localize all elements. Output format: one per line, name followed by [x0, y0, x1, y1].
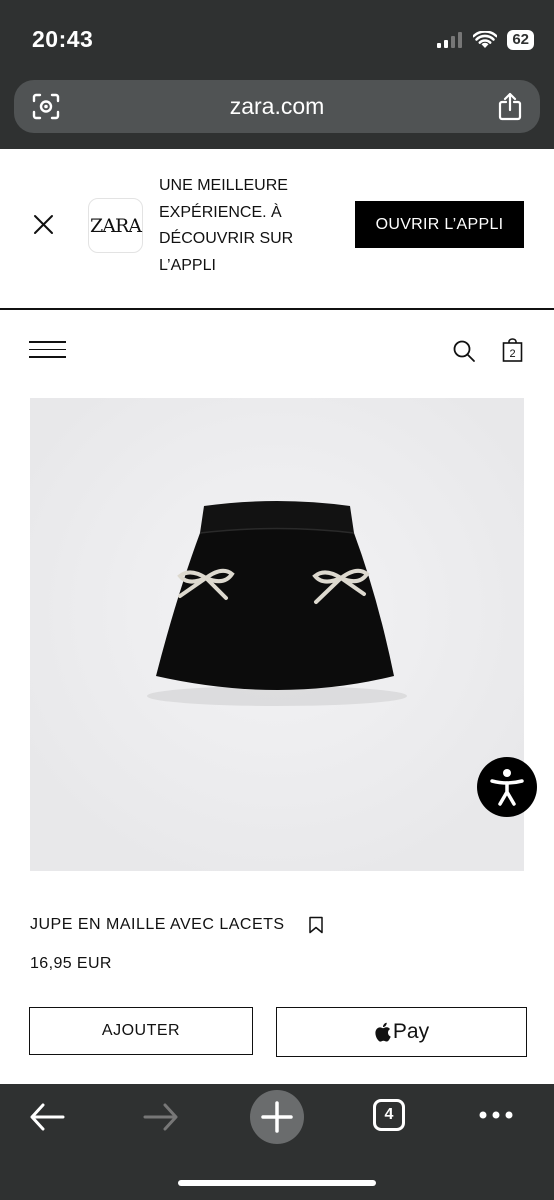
skirt-illustration — [30, 398, 524, 871]
product-image[interactable] — [30, 398, 524, 871]
cart-count: 2 — [509, 348, 515, 360]
product-title: JUPE EN MAILLE AVEC LACETS — [30, 916, 285, 933]
status-time: 20:43 — [32, 26, 94, 52]
cart-button[interactable]: 2 — [502, 338, 523, 367]
close-icon[interactable] — [30, 211, 57, 238]
hamburger-menu-icon[interactable] — [29, 341, 66, 359]
wifi-icon — [473, 31, 498, 48]
shopping-bag-icon: 2 — [502, 338, 523, 362]
accessibility-button[interactable] — [477, 757, 537, 817]
apple-pay-button[interactable]: Pay — [276, 1007, 527, 1057]
banner-message: UNE MEILLEURE EXPÉRIENCE. À DÉCOUVRIR SU… — [159, 177, 294, 274]
apple-logo-icon — [375, 1022, 391, 1042]
add-to-cart-button[interactable]: AJOUTER — [29, 1007, 253, 1055]
tab-count: 4 — [384, 1106, 394, 1123]
url-text[interactable]: zara.com — [230, 93, 325, 120]
tabs-icon[interactable]: 4 — [373, 1099, 405, 1131]
more-icon[interactable] — [478, 1110, 514, 1120]
open-app-button[interactable]: OUVRIR L’APPLI — [355, 201, 524, 248]
accessibility-icon — [490, 769, 524, 806]
status-bar: 20:43 62 — [0, 0, 554, 78]
search-icon[interactable] — [452, 339, 476, 363]
share-icon[interactable] — [498, 92, 522, 121]
address-bar[interactable]: zara.com — [14, 80, 540, 133]
status-icons: 62 — [437, 30, 534, 50]
browser-address-area: zara.com — [0, 78, 554, 149]
arrow-right-icon[interactable] — [143, 1103, 179, 1131]
home-indicator — [178, 1180, 376, 1186]
apple-pay-label: Pay — [392, 1020, 430, 1043]
battery-indicator: 62 — [507, 30, 534, 50]
plus-icon — [261, 1101, 293, 1133]
cellular-signal-icon — [437, 32, 463, 48]
bookmark-icon[interactable] — [308, 916, 324, 934]
new-tab-button[interactable] — [250, 1090, 304, 1144]
camera-search-icon[interactable] — [32, 93, 60, 120]
zara-app-logo: ZARA — [88, 198, 143, 253]
arrow-left-icon[interactable] — [29, 1103, 65, 1131]
product-price: 16,95 EUR — [30, 955, 112, 972]
